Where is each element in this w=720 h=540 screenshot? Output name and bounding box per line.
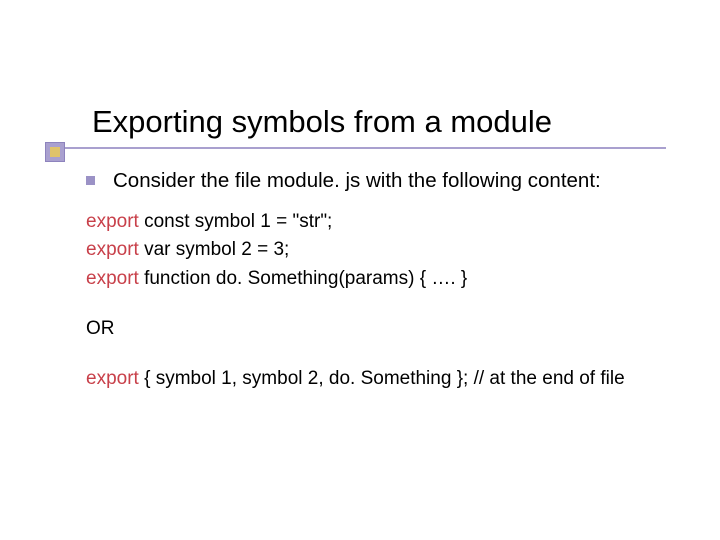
code-rest: var symbol 2 = 3; [139,239,289,260]
slide-title: Exporting symbols from a module [92,104,552,140]
code-block-inline-exports: export const symbol 1 = "str"; export va… [86,208,686,294]
or-separator: OR [86,315,686,343]
code-rest: function do. Something(params) { …. } [139,268,467,289]
code-line-1: export const symbol 1 = "str"; [86,208,686,237]
code-rest: { symbol 1, symbol 2, do. Something }; /… [139,368,625,389]
title-decor-inner [50,147,60,157]
bullet-text: Consider the file module. js with the fo… [113,166,601,196]
slide-body: Consider the file module. js with the fo… [86,166,686,392]
code-rest: const symbol 1 = "str"; [139,211,333,232]
code-line-named-export: export { symbol 1, symbol 2, do. Somethi… [86,365,686,393]
export-keyword: export [86,211,139,232]
title-underline [46,147,666,149]
code-line-3: export function do. Something(params) { … [86,265,686,294]
export-keyword: export [86,368,139,389]
export-keyword: export [86,268,139,289]
bullet-row: Consider the file module. js with the fo… [86,166,686,196]
slide: Exporting symbols from a module Consider… [0,0,720,540]
export-keyword: export [86,239,139,260]
bullet-square-icon [86,176,95,185]
code-line-2: export var symbol 2 = 3; [86,236,686,265]
